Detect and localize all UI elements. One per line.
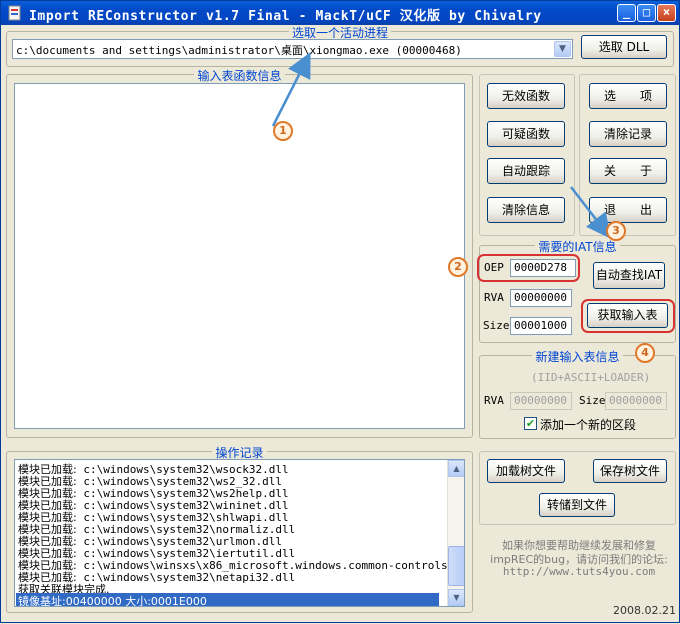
main-window: Import REConstructor v1.7 Final - MackT/… — [0, 0, 680, 623]
arrow-1 — [271, 52, 311, 127]
annotation-badge-1: 1 — [273, 121, 293, 141]
annotation-badge-2: 2 — [448, 257, 468, 277]
annotation-badge-4: 4 — [635, 343, 655, 363]
annotation-badge-3: 3 — [606, 221, 626, 241]
arrow-3 — [570, 186, 612, 239]
annotation-arrows — [271, 52, 612, 239]
